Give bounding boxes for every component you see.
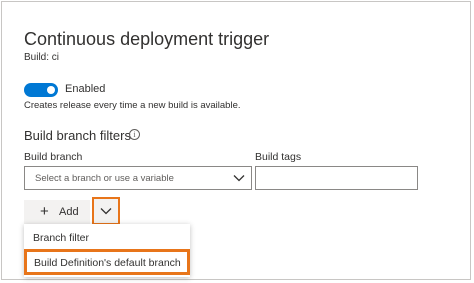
section-title: Build branch filters: [24, 128, 131, 143]
trigger-help-text: Creates release every time a new build i…: [24, 100, 241, 111]
menu-item-branch-filter[interactable]: Branch filter: [24, 226, 190, 250]
build-subtitle: Build: ci: [24, 52, 60, 63]
plus-icon: +: [40, 203, 49, 220]
menu-item-label: Branch filter: [33, 232, 90, 244]
build-tags-label: Build tags: [255, 151, 302, 163]
add-button[interactable]: + Add: [24, 200, 90, 224]
build-branch-label: Build branch: [24, 151, 83, 163]
menu-item-default-branch[interactable]: Build Definition's default branch: [24, 249, 190, 275]
build-tags-input[interactable]: [255, 166, 418, 190]
enabled-toggle[interactable]: [24, 83, 58, 97]
enabled-label: Enabled: [65, 83, 106, 95]
trigger-panel: Continuous deployment trigger Build: ci …: [1, 1, 471, 280]
add-dropdown-button[interactable]: [92, 197, 120, 225]
branch-placeholder: Select a branch or use a variable: [35, 173, 174, 184]
toggle-knob: [47, 86, 55, 94]
add-menu: Branch filter Build Definition's default…: [24, 224, 190, 277]
chevron-down-icon: [100, 208, 112, 215]
panel-title: Continuous deployment trigger: [24, 29, 270, 49]
build-branch-select[interactable]: Select a branch or use a variable: [24, 166, 252, 190]
info-icon[interactable]: i: [129, 129, 140, 140]
menu-item-label: Build Definition's default branch: [34, 257, 181, 269]
add-button-label: Add: [59, 206, 79, 218]
chevron-down-icon: [233, 175, 245, 182]
